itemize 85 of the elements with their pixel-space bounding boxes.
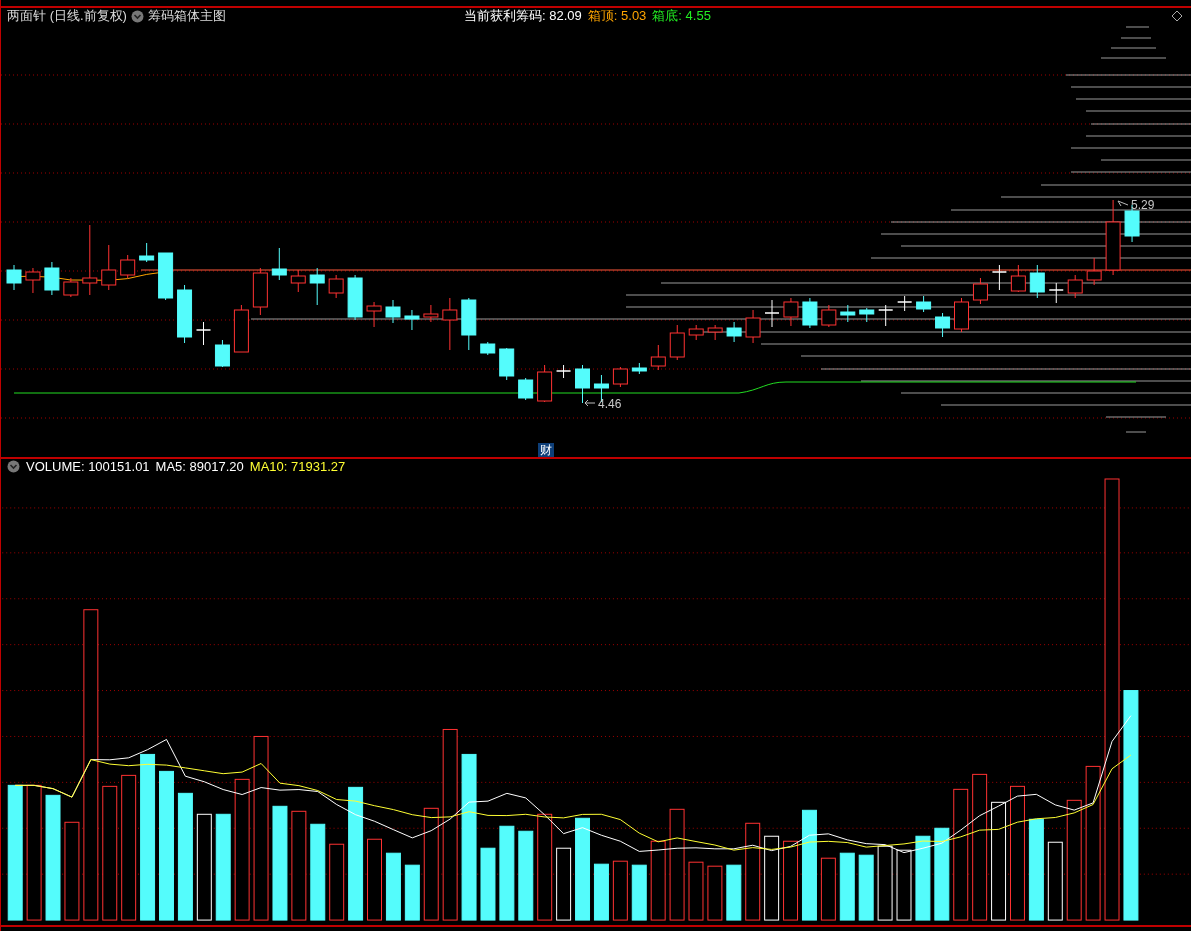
candlestick [499, 347, 515, 381]
candlestick [1029, 264, 1045, 299]
volume-bar [820, 857, 836, 921]
candlestick [44, 261, 60, 296]
candlestick [101, 244, 117, 291]
volume-bar [593, 863, 609, 921]
candlestick [935, 312, 951, 338]
candlestick [726, 321, 742, 343]
volume-bar [858, 854, 874, 921]
volume-readout: VOLUME: 100151.01 [26, 459, 150, 475]
candlestick [896, 295, 913, 312]
volume-bar [385, 852, 401, 921]
candlestick [783, 297, 799, 327]
candlestick [764, 299, 780, 328]
candlestick [518, 377, 534, 401]
candlestick [954, 297, 969, 333]
candlestick [442, 297, 458, 351]
chevron-down-icon[interactable] [7, 460, 20, 474]
candlestick [195, 321, 212, 346]
candlestick [139, 242, 155, 263]
volume-bar [404, 864, 420, 921]
volume-bar [896, 849, 912, 921]
candlestick [802, 297, 818, 329]
candlestick [347, 274, 363, 321]
candlestick [366, 301, 382, 328]
candlestick [25, 267, 41, 294]
candlestick [612, 366, 628, 388]
candlestick [82, 224, 98, 296]
candlestick [575, 364, 590, 404]
volume-bar [688, 861, 704, 921]
arrow-icon [1117, 200, 1129, 207]
finance-badge[interactable]: 财 [538, 443, 554, 457]
candlestick [1048, 282, 1064, 304]
candlestick [631, 362, 647, 375]
candlestick [404, 309, 420, 331]
volume-bar [839, 852, 855, 921]
chip-readout: 箱顶: 5.03 [587, 7, 647, 26]
indicator-name: 筹码箱体主图 [147, 7, 226, 26]
candlestick [555, 364, 572, 379]
candlestick [707, 324, 723, 341]
candlestick [252, 267, 268, 316]
candlestick [537, 364, 553, 403]
candlestick [916, 295, 932, 313]
diamond-icon[interactable] [1171, 10, 1183, 23]
candlestick [423, 304, 439, 323]
chip-readout: 当前获利筹码: 82.09 [464, 7, 582, 26]
candlestick [650, 344, 666, 371]
candlestick [1067, 274, 1083, 299]
candlestick [6, 264, 22, 291]
chevron-down-icon[interactable] [130, 10, 144, 23]
volume-bar [631, 864, 647, 921]
candlestick [1086, 257, 1102, 286]
volume-bar [726, 864, 742, 921]
candlestick [669, 324, 685, 361]
candlestick [972, 277, 988, 305]
candlestick [991, 264, 1008, 291]
candlestick [309, 267, 325, 306]
candlestick [214, 339, 230, 368]
candlestick [877, 304, 894, 327]
candlestick [688, 324, 704, 341]
candlestick [233, 304, 249, 353]
candlestick [821, 304, 837, 328]
candlestick [1010, 264, 1026, 293]
candlestick [290, 269, 306, 293]
candlestick [859, 307, 875, 323]
candlestick [840, 304, 856, 323]
candlestick [63, 277, 79, 298]
candlestick [480, 341, 496, 356]
candlestick [177, 284, 193, 344]
stock-title: 两面针 (日线.前复权) [7, 7, 127, 26]
volume-bar [612, 860, 628, 921]
candlestick [328, 274, 344, 299]
volume-bar [707, 865, 723, 921]
candlestick [461, 297, 477, 351]
arrow-icon [584, 399, 596, 407]
candlestick [120, 254, 136, 279]
volume-readout: MA10: 71931.27 [249, 459, 346, 475]
candlestick [158, 252, 174, 301]
high-price-label: 5.29 [1131, 198, 1155, 212]
volume-readout: MA5: 89017.20 [155, 459, 244, 475]
low-price-label: 4.46 [598, 397, 622, 411]
candlestick [385, 299, 401, 324]
candlestick [745, 309, 761, 344]
chip-readout: 箱底: 4.55 [652, 7, 711, 26]
candlestick [271, 247, 287, 281]
